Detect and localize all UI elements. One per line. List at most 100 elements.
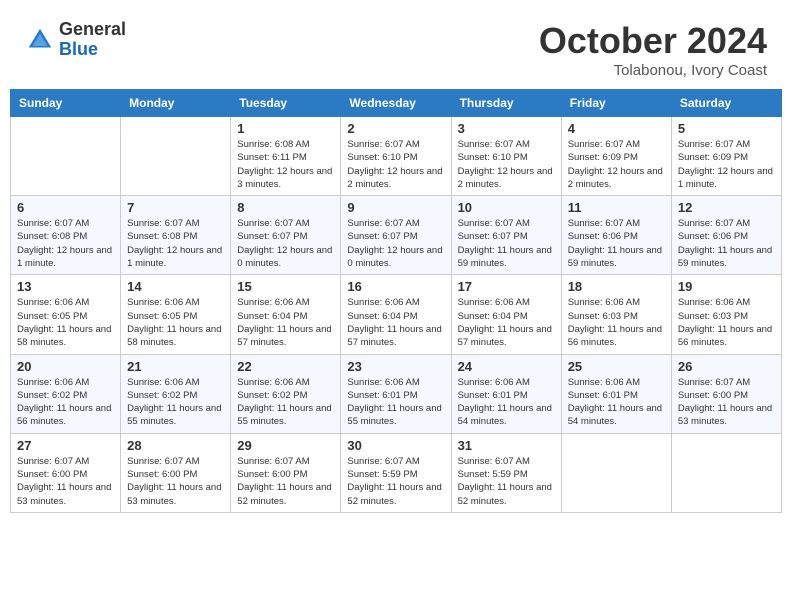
calendar-cell: 9 Sunrise: 6:07 AM Sunset: 6:07 PM Daylig… bbox=[341, 196, 451, 275]
calendar-cell: 29 Sunrise: 6:07 AM Sunset: 6:00 PM Dayli… bbox=[231, 433, 341, 512]
calendar-cell: 25 Sunrise: 6:06 AM Sunset: 6:01 PM Dayli… bbox=[561, 354, 671, 433]
calendar-cell: 13 Sunrise: 6:06 AM Sunset: 6:05 PM Dayli… bbox=[11, 275, 121, 354]
month-title: October 2024 bbox=[539, 20, 767, 62]
day-number: 29 bbox=[237, 438, 334, 453]
logo-text: General Blue bbox=[59, 20, 126, 60]
day-info: Sunrise: 6:07 AM Sunset: 6:09 PM Dayligh… bbox=[678, 138, 775, 191]
calendar-cell: 19 Sunrise: 6:06 AM Sunset: 6:03 PM Dayli… bbox=[671, 275, 781, 354]
day-number: 1 bbox=[237, 121, 334, 136]
col-header-thursday: Thursday bbox=[451, 90, 561, 117]
calendar-cell bbox=[11, 117, 121, 196]
calendar-cell: 22 Sunrise: 6:06 AM Sunset: 6:02 PM Dayli… bbox=[231, 354, 341, 433]
day-info: Sunrise: 6:06 AM Sunset: 6:01 PM Dayligh… bbox=[568, 376, 665, 429]
calendar-cell: 27Sunrise: 6:07 AM Sunset: 6:00 PM Dayli… bbox=[11, 433, 121, 512]
day-info: Sunrise: 6:07 AM Sunset: 6:06 PM Dayligh… bbox=[678, 217, 775, 270]
calendar-cell: 26Sunrise: 6:07 AM Sunset: 6:00 PM Dayli… bbox=[671, 354, 781, 433]
day-info: Sunrise: 6:06 AM Sunset: 6:03 PM Dayligh… bbox=[568, 296, 665, 349]
day-info: Sunrise: 6:06 AM Sunset: 6:04 PM Dayligh… bbox=[237, 296, 334, 349]
location: Tolabonou, Ivory Coast bbox=[539, 62, 767, 79]
calendar-table: SundayMondayTuesdayWednesdayThursdayFrid… bbox=[10, 89, 782, 513]
col-header-sunday: Sunday bbox=[11, 90, 121, 117]
calendar-cell: 15 Sunrise: 6:06 AM Sunset: 6:04 PM Dayli… bbox=[231, 275, 341, 354]
day-number: 25 bbox=[568, 359, 665, 374]
day-number: 12 bbox=[678, 200, 775, 215]
day-info: Sunrise: 6:07 AM Sunset: 6:09 PM Dayligh… bbox=[568, 138, 665, 191]
day-info: Sunrise: 6:06 AM Sunset: 6:02 PM Dayligh… bbox=[17, 376, 114, 429]
day-info: Sunrise: 6:07 AM Sunset: 6:07 PM Dayligh… bbox=[237, 217, 334, 270]
day-info: Sunrise: 6:06 AM Sunset: 6:03 PM Dayligh… bbox=[678, 296, 775, 349]
day-info: Sunrise: 6:06 AM Sunset: 6:04 PM Dayligh… bbox=[458, 296, 555, 349]
day-number: 22 bbox=[237, 359, 334, 374]
day-info: Sunrise: 6:06 AM Sunset: 6:01 PM Dayligh… bbox=[458, 376, 555, 429]
day-info: Sunrise: 6:07 AM Sunset: 6:07 PM Dayligh… bbox=[347, 217, 444, 270]
day-info: Sunrise: 6:07 AM Sunset: 6:06 PM Dayligh… bbox=[568, 217, 665, 270]
calendar-week-4: 20 Sunrise: 6:06 AM Sunset: 6:02 PM Dayli… bbox=[11, 354, 782, 433]
day-info: Sunrise: 6:07 AM Sunset: 6:10 PM Dayligh… bbox=[347, 138, 444, 191]
logo-icon bbox=[25, 25, 55, 55]
day-number: 4 bbox=[568, 121, 665, 136]
day-info: Sunrise: 6:07 AM Sunset: 6:08 PM Dayligh… bbox=[127, 217, 224, 270]
day-number: 7 bbox=[127, 200, 224, 215]
calendar-cell: 2 Sunrise: 6:07 AM Sunset: 6:10 PM Daylig… bbox=[341, 117, 451, 196]
day-number: 31 bbox=[458, 438, 555, 453]
day-info: Sunrise: 6:07 AM Sunset: 5:59 PM Dayligh… bbox=[458, 455, 555, 508]
calendar-header-row: SundayMondayTuesdayWednesdayThursdayFrid… bbox=[11, 90, 782, 117]
calendar-cell: 20 Sunrise: 6:06 AM Sunset: 6:02 PM Dayli… bbox=[11, 354, 121, 433]
calendar-cell: 31 Sunrise: 6:07 AM Sunset: 5:59 PM Dayli… bbox=[451, 433, 561, 512]
day-number: 20 bbox=[17, 359, 114, 374]
page-header: General Blue October 2024 Tolabonou, Ivo… bbox=[10, 10, 782, 84]
day-number: 16 bbox=[347, 279, 444, 294]
day-info: Sunrise: 6:07 AM Sunset: 6:00 PM Dayligh… bbox=[237, 455, 334, 508]
calendar-cell: 17 Sunrise: 6:06 AM Sunset: 6:04 PM Dayli… bbox=[451, 275, 561, 354]
calendar-cell: 12 Sunrise: 6:07 AM Sunset: 6:06 PM Dayli… bbox=[671, 196, 781, 275]
calendar-cell: 4 Sunrise: 6:07 AM Sunset: 6:09 PM Daylig… bbox=[561, 117, 671, 196]
calendar-cell bbox=[121, 117, 231, 196]
day-info: Sunrise: 6:07 AM Sunset: 6:00 PM Dayligh… bbox=[678, 376, 775, 429]
calendar-cell: 28Sunrise: 6:07 AM Sunset: 6:00 PM Dayli… bbox=[121, 433, 231, 512]
day-number: 3 bbox=[458, 121, 555, 136]
day-number: 17 bbox=[458, 279, 555, 294]
col-header-saturday: Saturday bbox=[671, 90, 781, 117]
day-info: Sunrise: 6:06 AM Sunset: 6:05 PM Dayligh… bbox=[17, 296, 114, 349]
calendar-cell bbox=[561, 433, 671, 512]
calendar-cell: 14Sunrise: 6:06 AM Sunset: 6:05 PM Dayli… bbox=[121, 275, 231, 354]
day-number: 27 bbox=[17, 438, 114, 453]
day-number: 13 bbox=[17, 279, 114, 294]
calendar-cell: 5 Sunrise: 6:07 AM Sunset: 6:09 PM Daylig… bbox=[671, 117, 781, 196]
calendar-week-2: 6 Sunrise: 6:07 AM Sunset: 6:08 PM Daylig… bbox=[11, 196, 782, 275]
day-number: 2 bbox=[347, 121, 444, 136]
day-number: 19 bbox=[678, 279, 775, 294]
day-number: 15 bbox=[237, 279, 334, 294]
day-number: 5 bbox=[678, 121, 775, 136]
calendar-cell: 3 Sunrise: 6:07 AM Sunset: 6:10 PM Daylig… bbox=[451, 117, 561, 196]
calendar-cell bbox=[671, 433, 781, 512]
day-number: 21 bbox=[127, 359, 224, 374]
day-info: Sunrise: 6:06 AM Sunset: 6:05 PM Dayligh… bbox=[127, 296, 224, 349]
day-info: Sunrise: 6:06 AM Sunset: 6:01 PM Dayligh… bbox=[347, 376, 444, 429]
logo-general: General bbox=[59, 20, 126, 40]
day-info: Sunrise: 6:06 AM Sunset: 6:04 PM Dayligh… bbox=[347, 296, 444, 349]
day-number: 6 bbox=[17, 200, 114, 215]
day-info: Sunrise: 6:07 AM Sunset: 6:10 PM Dayligh… bbox=[458, 138, 555, 191]
day-number: 28 bbox=[127, 438, 224, 453]
day-number: 11 bbox=[568, 200, 665, 215]
day-info: Sunrise: 6:07 AM Sunset: 5:59 PM Dayligh… bbox=[347, 455, 444, 508]
day-info: Sunrise: 6:06 AM Sunset: 6:02 PM Dayligh… bbox=[127, 376, 224, 429]
day-number: 18 bbox=[568, 279, 665, 294]
col-header-friday: Friday bbox=[561, 90, 671, 117]
logo-blue: Blue bbox=[59, 40, 126, 60]
day-info: Sunrise: 6:06 AM Sunset: 6:02 PM Dayligh… bbox=[237, 376, 334, 429]
calendar-cell: 1 Sunrise: 6:08 AM Sunset: 6:11 PM Daylig… bbox=[231, 117, 341, 196]
calendar-cell: 18 Sunrise: 6:06 AM Sunset: 6:03 PM Dayli… bbox=[561, 275, 671, 354]
calendar-cell: 11 Sunrise: 6:07 AM Sunset: 6:06 PM Dayli… bbox=[561, 196, 671, 275]
day-number: 9 bbox=[347, 200, 444, 215]
day-number: 8 bbox=[237, 200, 334, 215]
day-number: 23 bbox=[347, 359, 444, 374]
calendar-cell: 24Sunrise: 6:06 AM Sunset: 6:01 PM Dayli… bbox=[451, 354, 561, 433]
day-info: Sunrise: 6:08 AM Sunset: 6:11 PM Dayligh… bbox=[237, 138, 334, 191]
day-info: Sunrise: 6:07 AM Sunset: 6:07 PM Dayligh… bbox=[458, 217, 555, 270]
calendar-week-1: 1 Sunrise: 6:08 AM Sunset: 6:11 PM Daylig… bbox=[11, 117, 782, 196]
calendar-cell: 30Sunrise: 6:07 AM Sunset: 5:59 PM Dayli… bbox=[341, 433, 451, 512]
col-header-wednesday: Wednesday bbox=[341, 90, 451, 117]
logo: General Blue bbox=[25, 20, 126, 60]
